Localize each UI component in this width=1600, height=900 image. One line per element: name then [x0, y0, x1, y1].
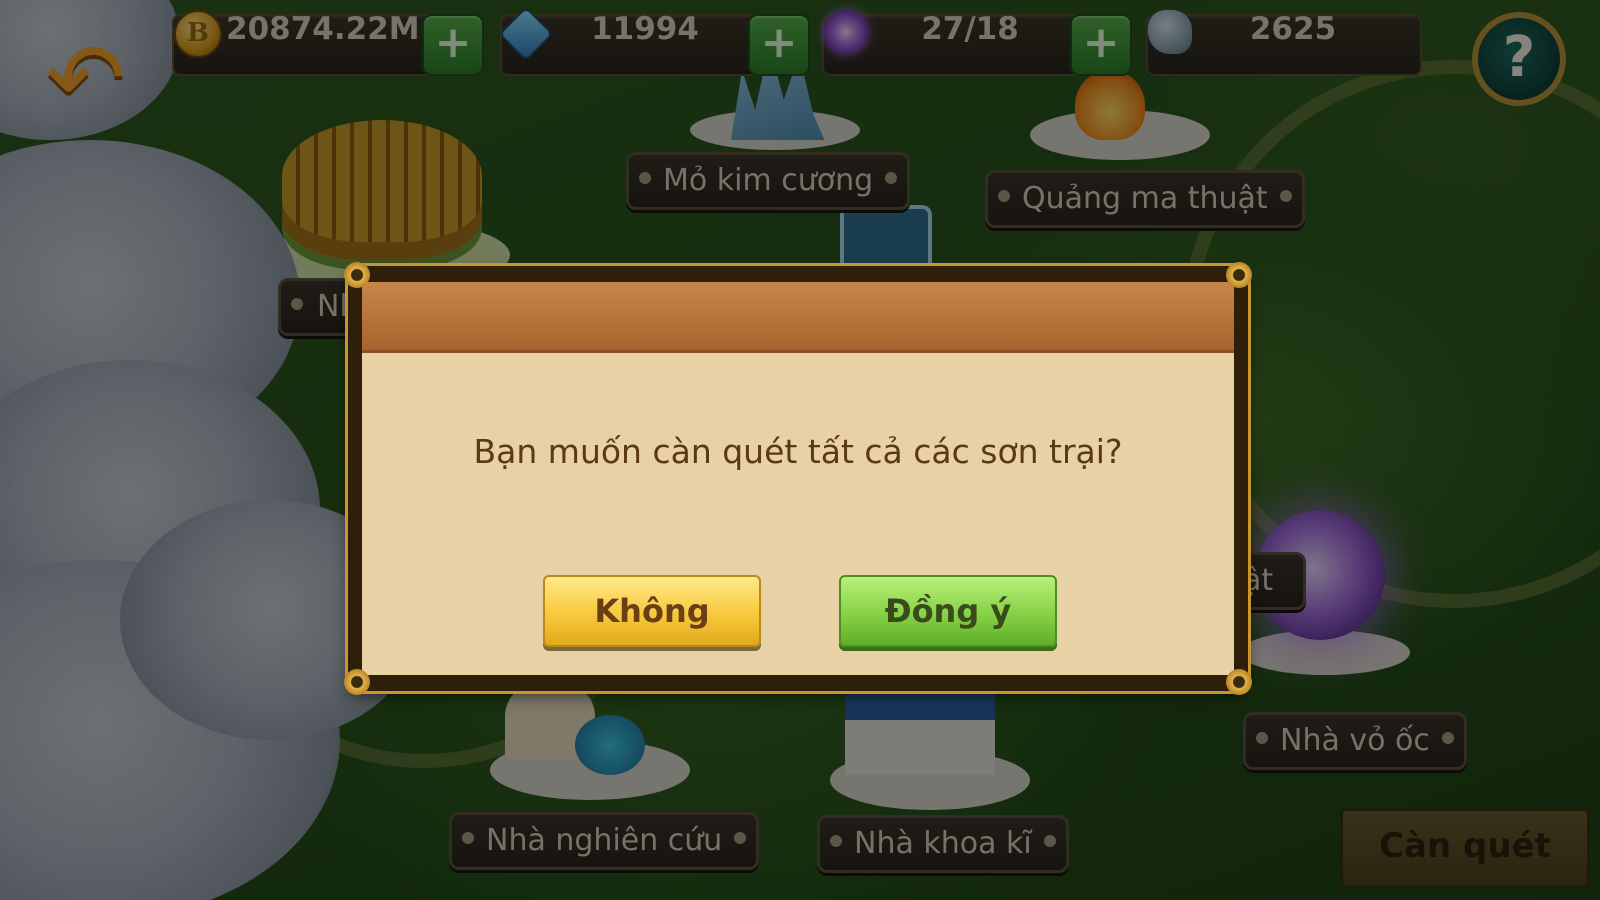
dialog-body: Bạn muốn càn quét tất cả các sơn trại? [362, 282, 1234, 675]
cancel-button-label: Không [594, 592, 710, 630]
corner-ornament-icon [1226, 262, 1252, 288]
corner-ornament-icon [1226, 669, 1252, 695]
dialog-header [362, 282, 1234, 353]
confirm-button-label: Đồng ý [884, 592, 1012, 630]
corner-ornament-icon [344, 669, 370, 695]
dialog-message: Bạn muốn càn quét tất cả các sơn trại? [473, 432, 1123, 471]
confirm-dialog: Bạn muốn càn quét tất cả các sơn trại? [344, 262, 1252, 695]
cancel-button[interactable]: Không [543, 575, 761, 647]
confirm-button[interactable]: Đồng ý [839, 575, 1057, 647]
corner-ornament-icon [344, 262, 370, 288]
